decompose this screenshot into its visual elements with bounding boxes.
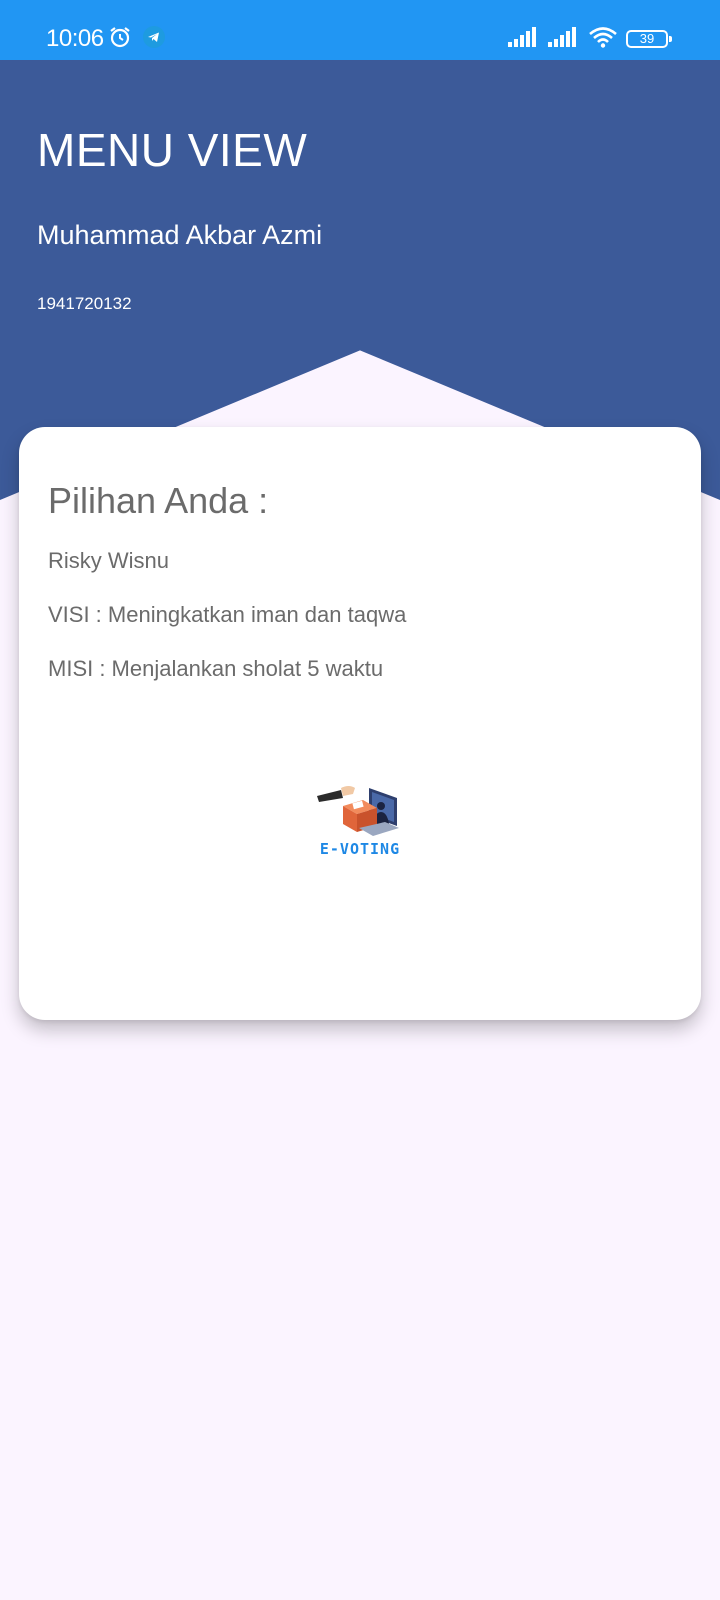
candidate-name: Risky Wisnu xyxy=(48,548,170,573)
signal-icon xyxy=(548,26,580,52)
user-name: Muhammad Akbar Azmi xyxy=(37,220,323,250)
status-right-icons: 39 xyxy=(508,24,672,54)
ballot-box-icon xyxy=(317,786,399,836)
signal-icon xyxy=(508,26,540,52)
misi-text: MISI : Menjalankan sholat 5 waktu xyxy=(48,656,384,681)
card-title: Pilihan Anda : xyxy=(48,480,269,521)
visi-text: VISI : Meningkatkan iman dan taqwa xyxy=(48,602,407,627)
choice-card: Pilihan Anda : Risky Wisnu VISI : Mening… xyxy=(19,427,701,1020)
status-left-icons xyxy=(108,24,166,54)
logo-text: E-VOTING xyxy=(319,840,401,858)
e-voting-logo: E-VOTING xyxy=(315,782,405,862)
status-time: 10:06 xyxy=(46,25,104,52)
page-title: MENU VIEW xyxy=(37,124,308,176)
alarm-icon xyxy=(108,25,132,54)
battery-icon: 39 xyxy=(626,30,672,48)
user-id: 1941720132 xyxy=(37,294,132,313)
status-bar: 10:06 39 xyxy=(0,0,720,60)
telegram-icon xyxy=(142,25,166,54)
wifi-icon xyxy=(588,26,618,53)
